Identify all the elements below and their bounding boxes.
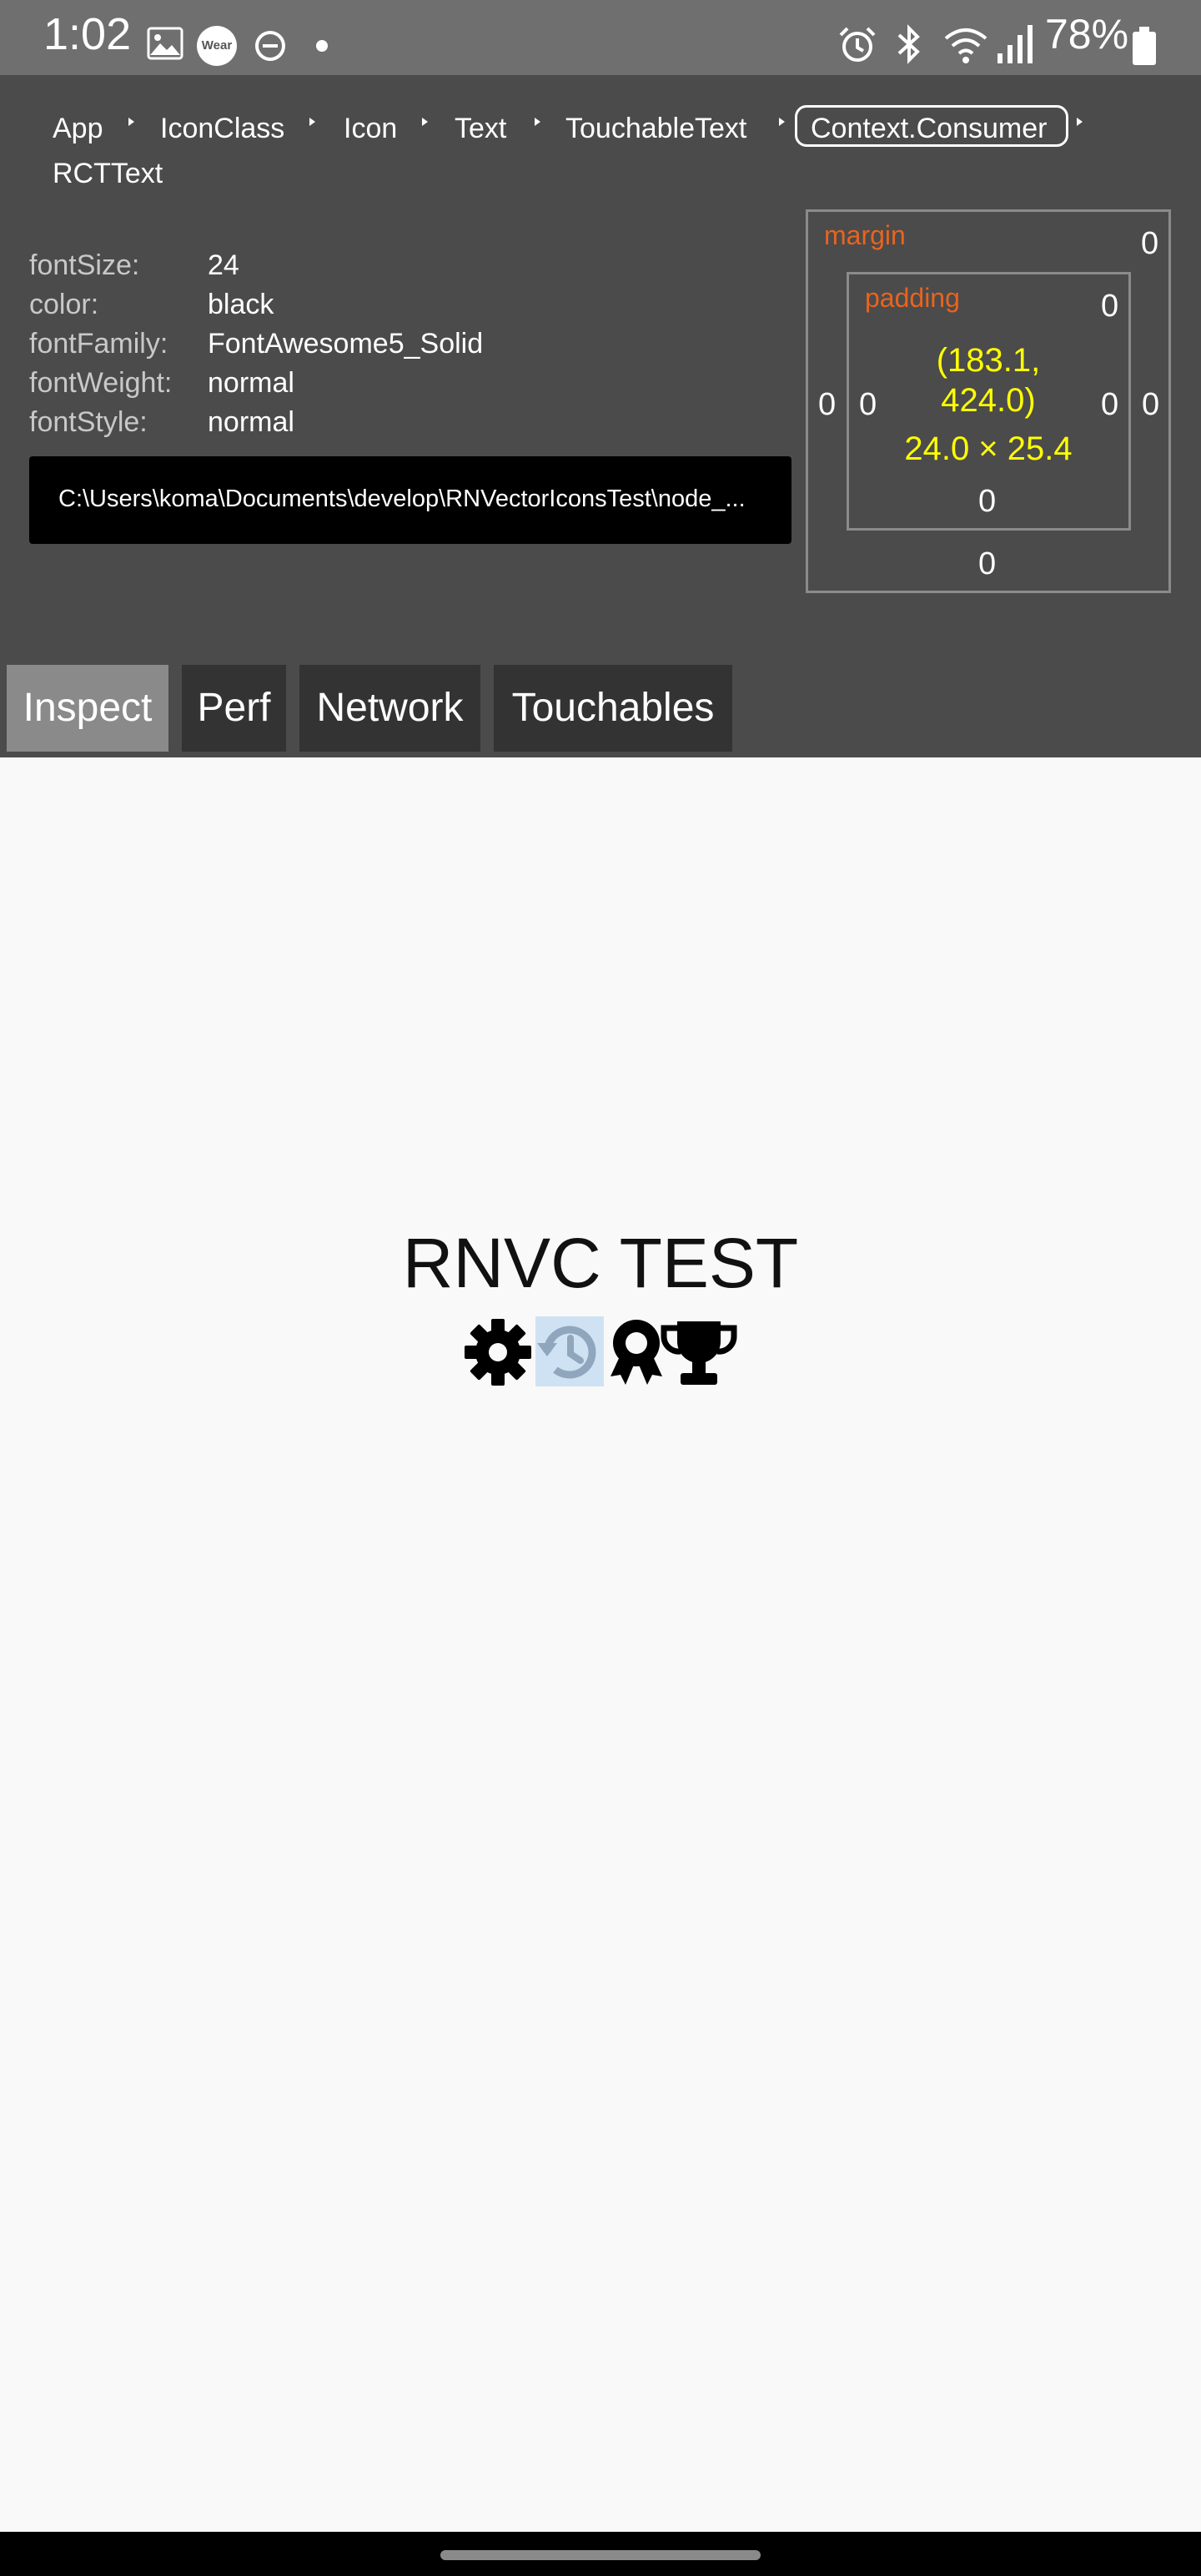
trophy-icon[interactable]	[659, 1318, 739, 1386]
bluetooth-icon	[897, 24, 920, 64]
prop-value-fontstyle: normal	[208, 406, 294, 438]
breadcrumb-separator-icon	[535, 118, 540, 126]
do-not-disturb-icon	[255, 31, 285, 61]
award-icon[interactable]	[607, 1318, 666, 1386]
app-title: RNVC TEST	[402, 1224, 799, 1302]
history-icon[interactable]	[535, 1318, 604, 1386]
margin-label: margin	[824, 220, 906, 250]
breadcrumb-separator-icon	[309, 118, 315, 126]
prop-value-color: black	[208, 289, 274, 320]
prop-key-fontfamily: fontFamily:	[29, 328, 168, 360]
breadcrumb-item-icon[interactable]: Icon	[344, 114, 397, 143]
breadcrumb-item-touchabletext[interactable]: TouchableText	[565, 114, 746, 143]
margin-left-value: 0	[818, 387, 837, 422]
wear-icon: Wear	[197, 26, 237, 66]
element-position: (183.1, 424.0)	[884, 340, 1093, 420]
breadcrumb-separator-icon	[422, 118, 428, 126]
breadcrumb-item-text[interactable]: Text	[455, 114, 506, 143]
battery-percentage: 78%	[1045, 11, 1129, 58]
margin-top-value: 0	[1141, 226, 1159, 261]
status-time: 1:02	[43, 9, 132, 59]
margin-bottom-value: 0	[978, 546, 997, 581]
prop-value-fontsize: 24	[208, 249, 239, 281]
breadcrumb-separator-icon	[128, 118, 134, 126]
breadcrumb-item-context-consumer[interactable]: Context.Consumer	[811, 114, 1047, 143]
prop-key-color: color:	[29, 289, 99, 320]
element-size: 24.0 × 25.4	[904, 430, 1073, 467]
margin-right-value: 0	[1142, 387, 1160, 422]
dot-icon	[316, 40, 328, 52]
battery-icon	[1133, 27, 1156, 65]
prop-value-fontfamily: FontAwesome5_Solid	[208, 328, 484, 360]
gear-icon[interactable]	[464, 1318, 532, 1386]
breadcrumb-item-app[interactable]: App	[53, 114, 103, 143]
source-path-link[interactable]: C:\Users\koma\Documents\develop\RNVector…	[29, 456, 791, 544]
wifi-icon	[944, 28, 987, 63]
breadcrumb-separator-icon	[779, 118, 785, 126]
breadcrumb-item-iconclass[interactable]: IconClass	[160, 114, 284, 143]
home-gesture-handle[interactable]	[440, 2550, 761, 2560]
alarm-icon	[839, 27, 876, 62]
padding-top-value: 0	[1101, 289, 1119, 324]
prop-key-fontsize: fontSize:	[29, 249, 140, 281]
element-position-line2: 424.0)	[941, 382, 1036, 419]
breadcrumb-separator-icon	[1077, 118, 1083, 126]
tab-touchables[interactable]: Touchables	[494, 665, 732, 752]
prop-value-fontweight: normal	[208, 367, 294, 399]
tab-perf[interactable]: Perf	[182, 665, 286, 752]
wear-label: Wear	[201, 38, 233, 53]
padding-bottom-value: 0	[978, 484, 997, 519]
element-position-line1: (183.1,	[936, 342, 1041, 379]
tab-inspect[interactable]: Inspect	[7, 665, 168, 752]
padding-label: padding	[865, 283, 960, 313]
padding-left-value: 0	[859, 387, 877, 422]
source-path-text: C:\Users\koma\Documents\develop\RNVector…	[58, 486, 746, 512]
prop-key-fontweight: fontWeight:	[29, 367, 173, 399]
gallery-icon	[147, 27, 183, 60]
status-bar: 1:02 Wear 78%	[0, 0, 1201, 75]
prop-key-fontstyle: fontStyle:	[29, 406, 148, 438]
breadcrumb-item-rcttext[interactable]: RCTText	[53, 159, 163, 188]
signal-icon	[997, 25, 1033, 63]
tab-network[interactable]: Network	[299, 665, 480, 752]
padding-right-value: 0	[1101, 387, 1119, 422]
